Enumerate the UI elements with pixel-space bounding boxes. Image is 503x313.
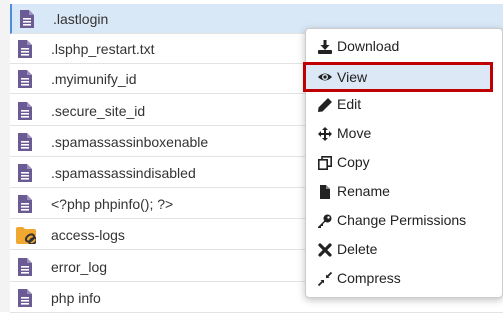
menu-label: Change Permissions — [337, 212, 467, 228]
menu-item-edit[interactable]: Edit — [306, 90, 502, 119]
menu-item-change-permissions[interactable]: Change Permissions — [306, 206, 502, 235]
file-name[interactable]: .spamassassinboxenable — [51, 127, 208, 157]
file-name[interactable]: .lsphp_restart.txt — [51, 34, 155, 64]
left-panel-edge — [0, 0, 10, 312]
folder-name[interactable]: access-logs — [51, 220, 125, 250]
file-name[interactable]: <?php phpinfo(); ?> — [51, 189, 173, 219]
file-name[interactable]: .myimunify_id — [51, 64, 137, 94]
eye-icon — [318, 73, 332, 81]
compress-icon — [318, 272, 332, 286]
menu-label: Rename — [337, 183, 390, 199]
menu-item-compress[interactable]: Compress — [306, 264, 502, 293]
menu-label: Move — [337, 125, 372, 141]
folder-link-icon — [16, 227, 36, 244]
file-icon — [18, 40, 32, 58]
menu-item-download[interactable]: Download — [306, 32, 502, 61]
menu-label: Edit — [337, 96, 362, 112]
file-icon — [18, 70, 32, 88]
menu-label: Delete — [337, 241, 378, 257]
file-icon — [18, 102, 32, 120]
file-name[interactable]: error_log — [51, 252, 107, 282]
file-name[interactable]: .lastlogin — [53, 4, 108, 34]
menu-item-delete[interactable]: Delete — [306, 235, 502, 264]
file-icon — [20, 10, 34, 28]
file-icon — [18, 195, 32, 213]
file-icon — [18, 164, 32, 182]
download-icon — [318, 40, 332, 54]
menu-label: Copy — [337, 154, 370, 170]
menu-item-view[interactable]: View — [303, 62, 493, 92]
file-icon — [18, 258, 32, 276]
menu-item-rename[interactable]: Rename — [306, 177, 502, 206]
move-arrows-icon — [318, 127, 332, 141]
pencil-icon — [318, 98, 332, 112]
file-name[interactable]: php info — [51, 283, 101, 313]
menu-label: Download — [337, 38, 400, 54]
x-icon — [318, 243, 332, 257]
file-icon — [18, 289, 32, 307]
copy-icon — [318, 156, 332, 170]
menu-label: Compress — [337, 270, 401, 286]
file-name[interactable]: .spamassassindisabled — [51, 158, 196, 188]
file-icon — [18, 133, 32, 151]
menu-item-copy[interactable]: Copy — [306, 148, 502, 177]
context-menu: Download View Edit Move Copy Rename Chan… — [303, 28, 503, 298]
menu-label: View — [337, 69, 368, 85]
menu-item-move[interactable]: Move — [306, 119, 502, 148]
file-name[interactable]: .secure_site_id — [51, 96, 145, 126]
key-icon — [318, 214, 332, 228]
file-icon — [320, 185, 330, 199]
